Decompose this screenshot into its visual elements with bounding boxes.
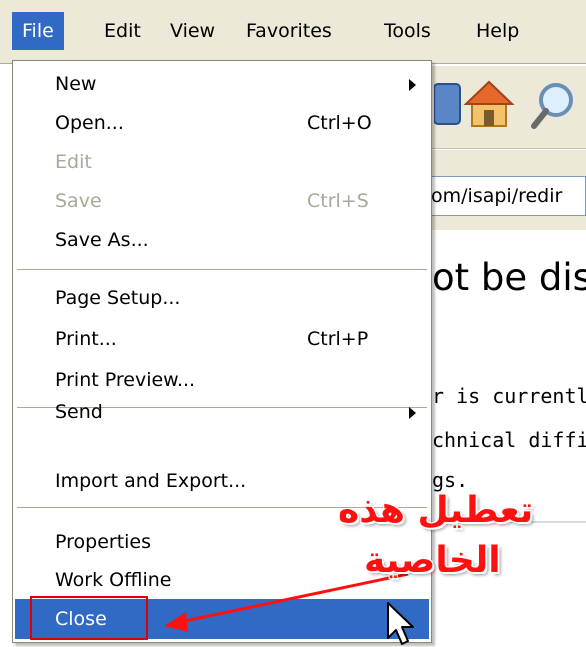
annotation-text-line-1: تعطيل هذه bbox=[338, 490, 534, 531]
mouse-cursor-icon bbox=[387, 602, 414, 645]
annotation-text-line-2: الخاصية bbox=[364, 540, 501, 581]
arrow-head-icon bbox=[164, 612, 188, 632]
annotation-arrow-line bbox=[179, 572, 409, 624]
